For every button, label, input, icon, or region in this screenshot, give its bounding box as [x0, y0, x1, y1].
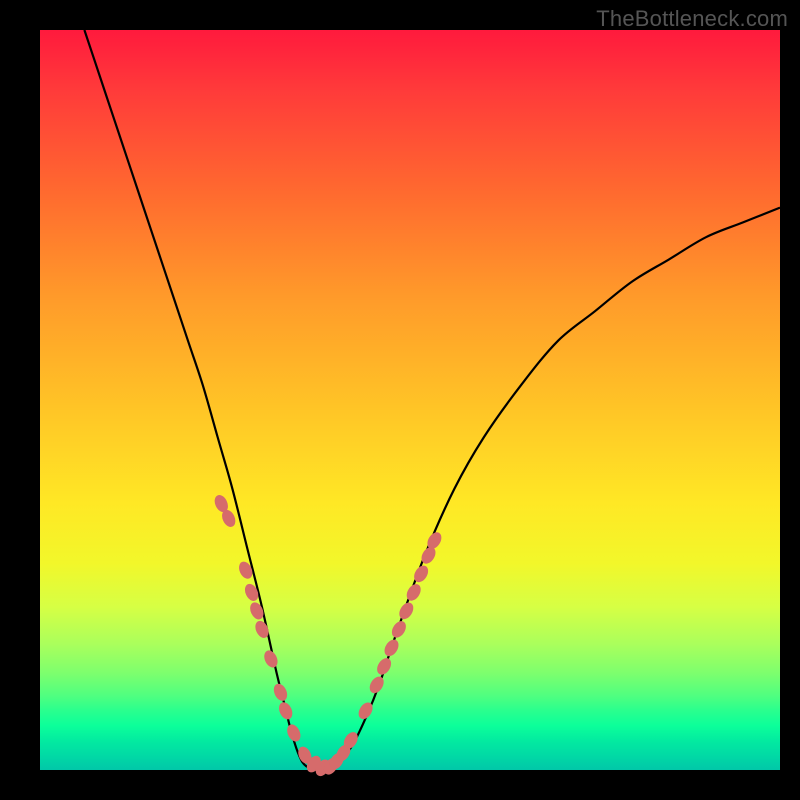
marker-dot	[382, 637, 402, 659]
marker-dot	[374, 656, 394, 678]
bottleneck-curve	[84, 30, 780, 770]
plot-area	[40, 30, 780, 770]
watermark-text: TheBottleneck.com	[596, 6, 788, 32]
curve-layer	[40, 30, 780, 770]
marker-dot	[276, 700, 294, 721]
marker-dot	[367, 674, 387, 696]
marker-dot	[404, 582, 424, 604]
marker-dot	[271, 682, 289, 703]
chart-frame: TheBottleneck.com	[0, 0, 800, 800]
marker-dot	[285, 722, 303, 743]
marker-dot	[396, 600, 416, 622]
curve-markers	[212, 493, 444, 779]
marker-dot	[262, 648, 280, 669]
marker-dot	[389, 619, 409, 641]
